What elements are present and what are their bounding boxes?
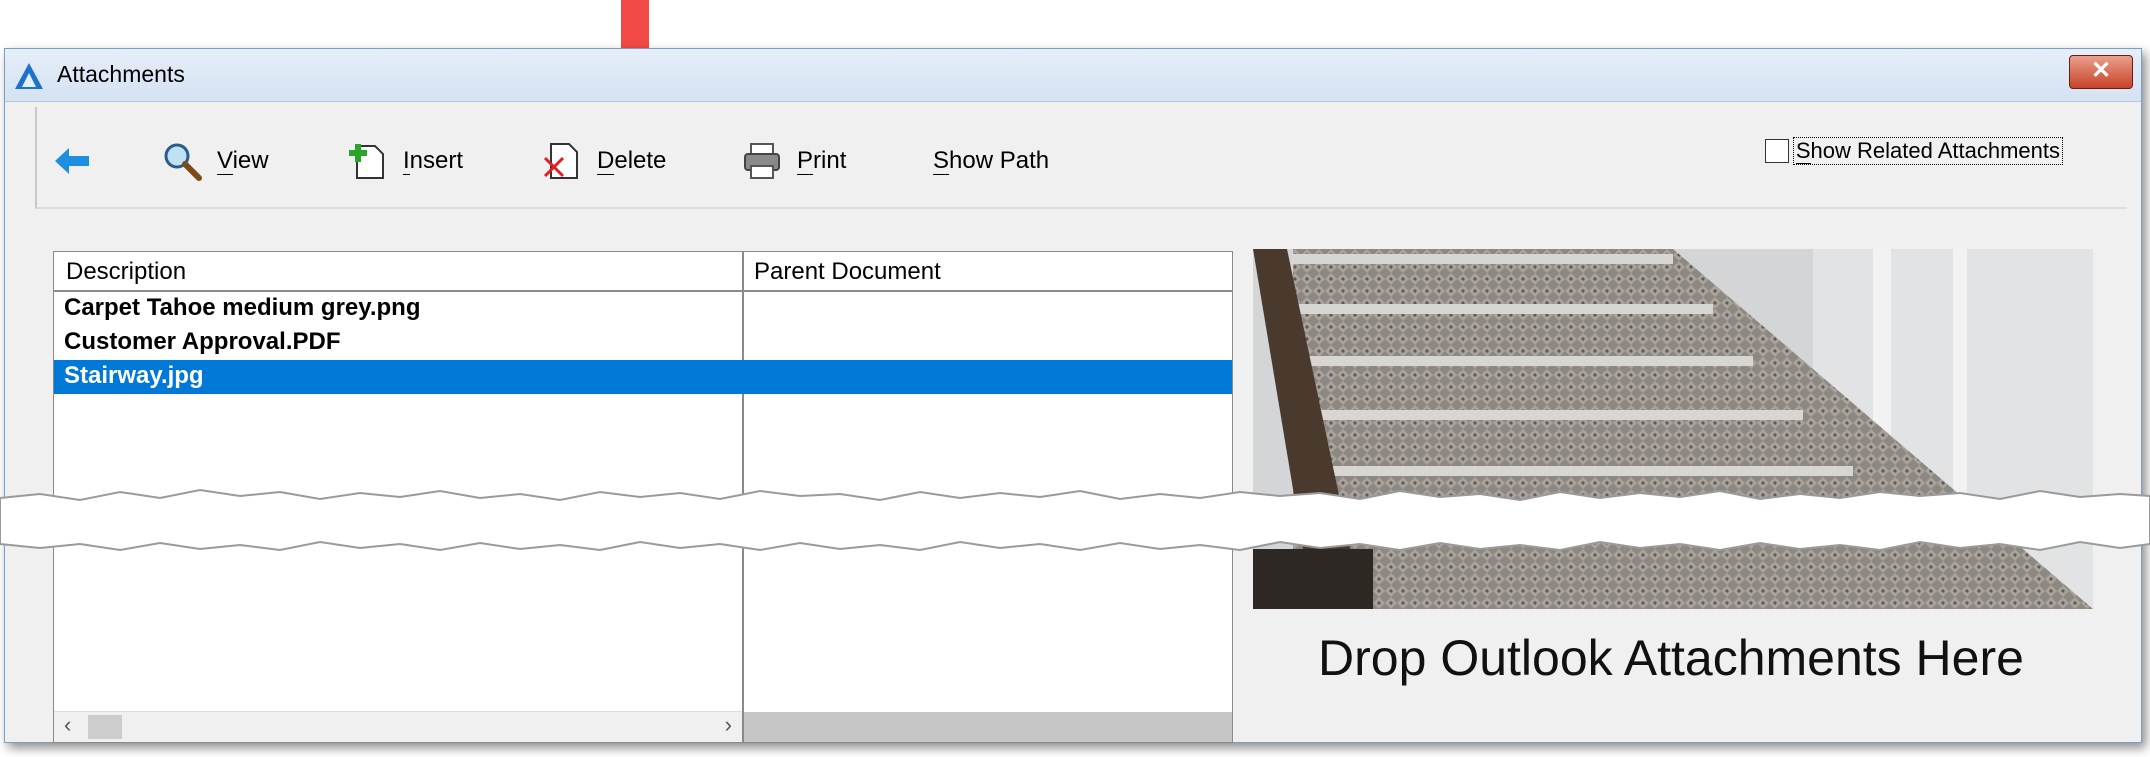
drop-outlook-attachments-zone[interactable]: Drop Outlook Attachments Here [1251, 629, 2091, 687]
app-logo-icon [15, 63, 43, 89]
title-bar: Attachments ✕ [5, 49, 2141, 102]
horizontal-scrollbar-parent[interactable] [744, 712, 1232, 742]
horizontal-scrollbar[interactable]: ‹ › [54, 711, 742, 742]
view-label: View [217, 147, 269, 175]
delete-label: Delete [597, 147, 667, 175]
grid-rows: Carpet Tahoe medium grey.png Customer Ap… [54, 292, 1232, 394]
view-button[interactable]: View [161, 141, 269, 181]
delete-document-icon [543, 143, 578, 179]
back-arrow-icon [55, 148, 89, 174]
scroll-right-icon[interactable]: › [725, 712, 732, 738]
table-row[interactable]: Customer Approval.PDF [54, 326, 1232, 360]
row-description: Customer Approval.PDF [64, 328, 341, 355]
row-description: Stairway.jpg [64, 362, 204, 389]
back-button[interactable] [53, 141, 93, 181]
insert-document-icon [349, 144, 384, 179]
close-button[interactable]: ✕ [2069, 55, 2133, 89]
printer-icon [744, 143, 780, 179]
insert-button[interactable]: Insert [347, 141, 463, 181]
row-description: Carpet Tahoe medium grey.png [64, 294, 421, 321]
grid-header: Description Parent Document [54, 252, 1232, 292]
scroll-thumb[interactable] [88, 715, 122, 739]
torn-edge-divider [0, 488, 2150, 552]
table-row-selected[interactable]: Stairway.jpg [54, 360, 1232, 394]
toolbar: View Insert Delete Print Show Path Show … [35, 107, 2127, 209]
insert-label: Insert [403, 147, 464, 175]
column-header-description[interactable]: Description [66, 258, 186, 286]
show-related-attachments-toggle[interactable]: Show Related Attachments [1764, 137, 2063, 165]
show-path-button[interactable]: Show Path [919, 141, 1049, 181]
show-related-checkbox[interactable] [1764, 139, 1789, 163]
scroll-left-icon[interactable]: ‹ [64, 712, 71, 738]
magnifier-icon [164, 143, 202, 181]
print-button[interactable]: Print [741, 141, 846, 181]
attachments-window: Attachments ✕ View Insert Delete Print S… [4, 48, 2142, 743]
show-related-label: Show Related Attachments [1792, 137, 2063, 165]
show-path-label: Show Path [933, 147, 1050, 175]
delete-button[interactable]: Delete [541, 141, 666, 181]
window-title: Attachments [57, 61, 185, 87]
print-label: Print [797, 147, 847, 175]
column-header-parent-document[interactable]: Parent Document [754, 258, 941, 286]
table-row[interactable]: Carpet Tahoe medium grey.png [54, 292, 1232, 326]
